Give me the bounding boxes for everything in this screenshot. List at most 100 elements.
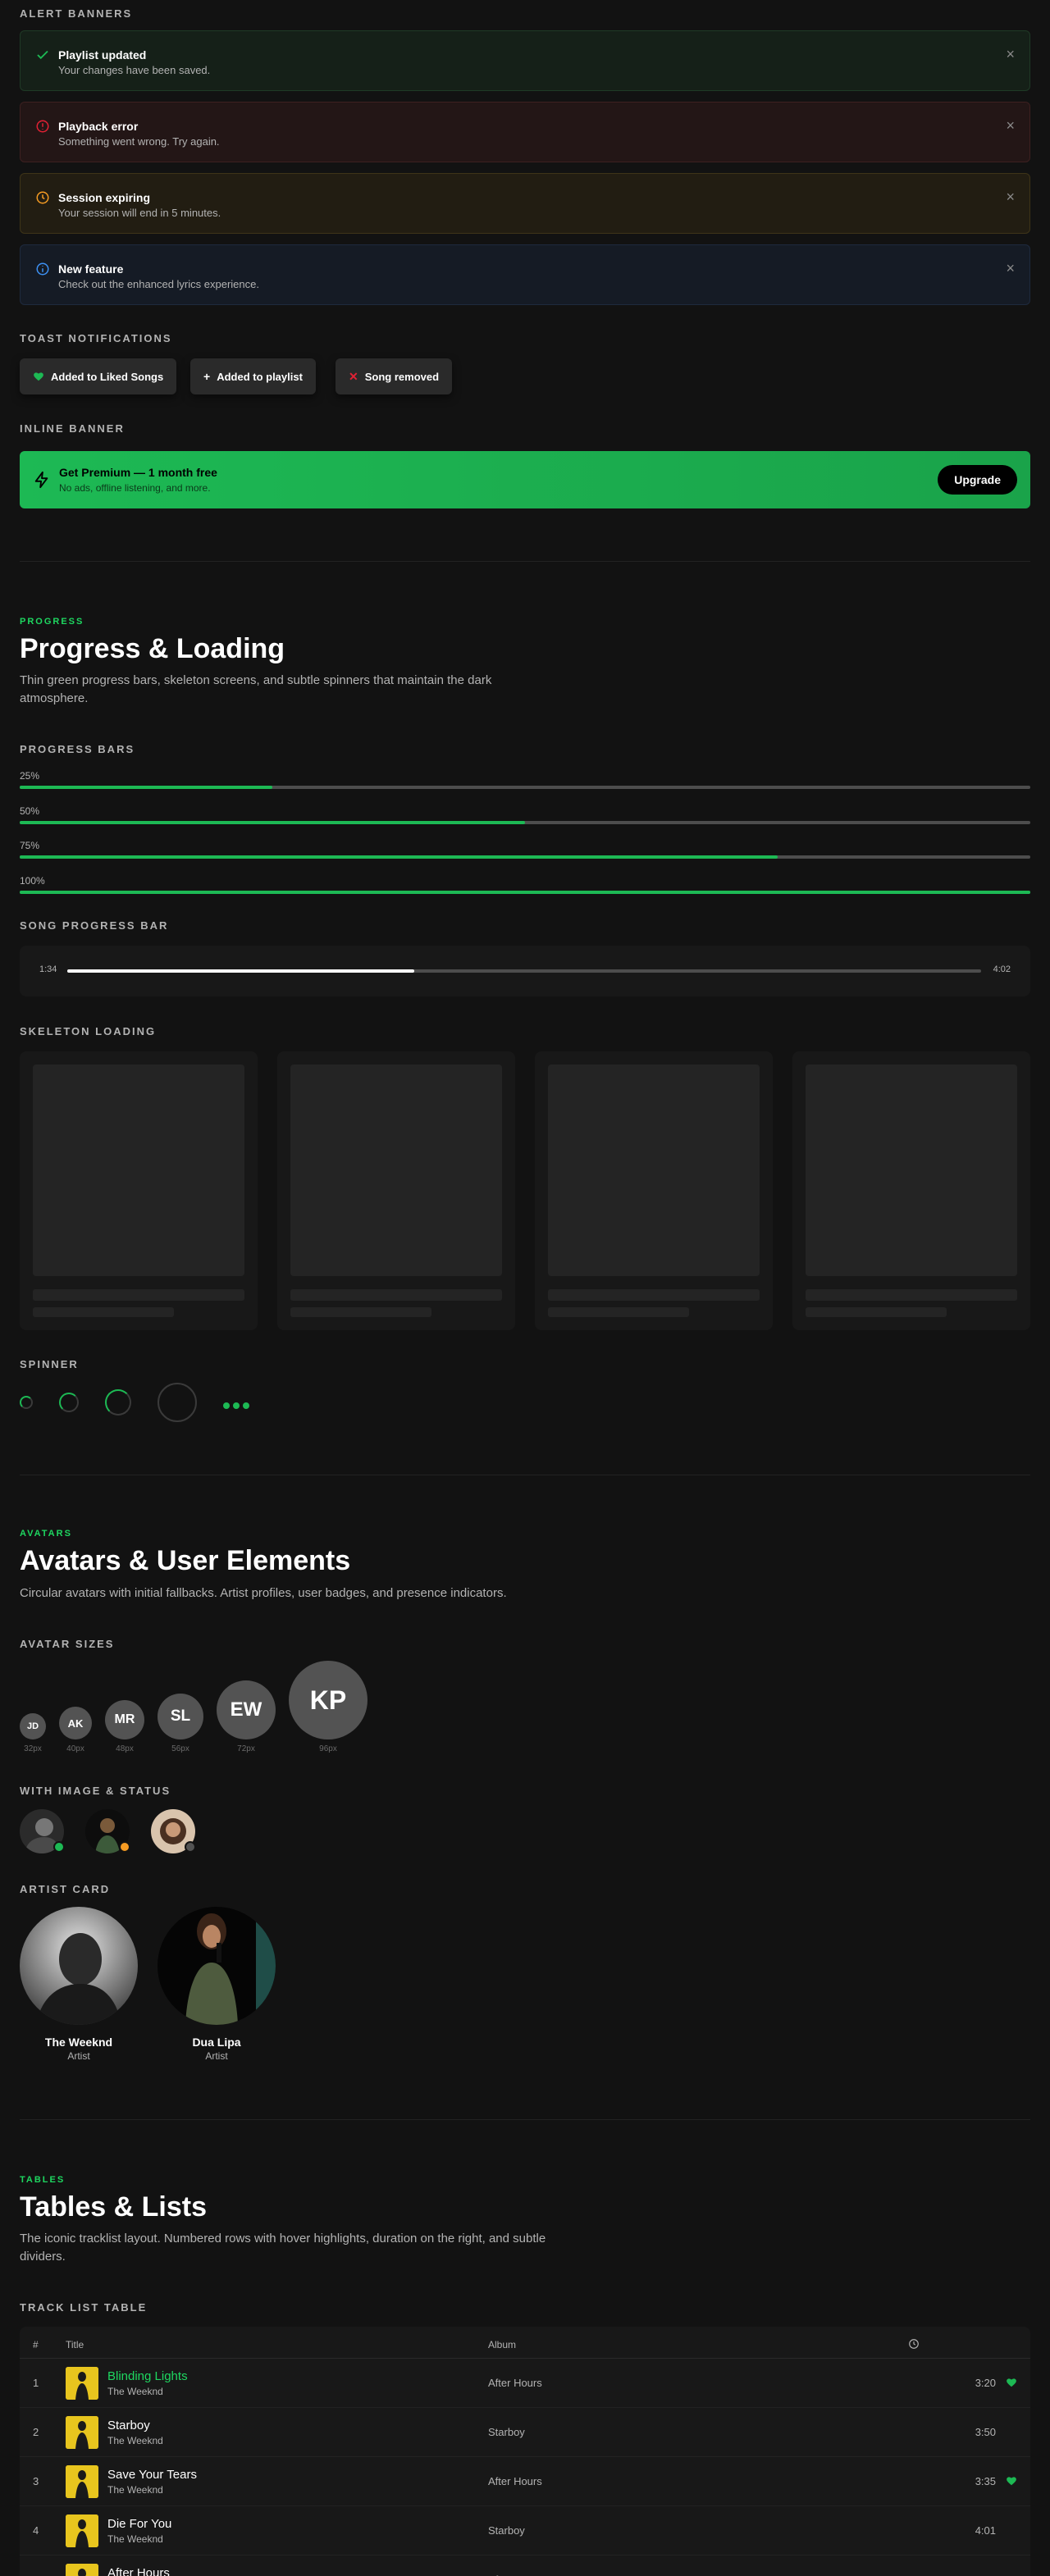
progress-bar	[20, 855, 1030, 859]
artist-role: Artist	[67, 2050, 90, 2062]
clock-icon	[909, 2339, 919, 2349]
table-row[interactable]: 4 Die For You The Weeknd Starboy 4:01	[20, 2506, 1030, 2555]
avatars-lead: Circular avatars with initial fallbacks.…	[20, 1586, 507, 1600]
track-duration: 3:20	[975, 2377, 996, 2389]
tables-eyebrow: TABLES	[20, 2175, 66, 2185]
close-icon[interactable]: ×	[1006, 189, 1015, 206]
avatar[interactable]: EW	[217, 1680, 276, 1739]
header-album[interactable]: Album	[488, 2339, 516, 2350]
song-progress-track[interactable]	[67, 969, 981, 973]
spinner-medium	[59, 1393, 79, 1412]
heart-icon[interactable]	[1006, 2377, 1017, 2388]
error-icon	[36, 120, 49, 133]
table-row[interactable]: 5After HoursThe WeekndAfter Hours6:01	[20, 2555, 1030, 2576]
progress-bar-fill	[20, 891, 1030, 894]
track-album[interactable]: After Hours	[488, 2377, 542, 2389]
inline-banner-section-label: INLINE BANNER	[20, 422, 125, 435]
track-album[interactable]: Starboy	[488, 2524, 525, 2537]
status-away-dot	[119, 1841, 130, 1853]
alert-success: Playlist updated Your changes have been …	[20, 30, 1030, 91]
track-list-label: TRACK LIST TABLE	[20, 2301, 148, 2314]
artist-photo[interactable]	[158, 1907, 276, 2025]
heart-icon[interactable]	[1006, 2475, 1017, 2487]
avatar-size-caption: 72px	[237, 1744, 255, 1753]
alert-message: Check out the enhanced lyrics experience…	[58, 278, 259, 290]
progress-bar-label: 50%	[20, 805, 40, 817]
total-time: 4:02	[993, 964, 1011, 974]
skeleton-line	[290, 1307, 431, 1317]
alert-error: Playback error Something went wrong. Try…	[20, 102, 1030, 162]
artist-photo-image	[158, 1907, 276, 2025]
track-duration: 4:01	[975, 2524, 996, 2537]
toasts-section-label: TOAST NOTIFICATIONS	[20, 332, 172, 344]
track-duration: 3:50	[975, 2426, 996, 2438]
avatar[interactable]: AK	[59, 1707, 92, 1739]
skeleton-label: SKELETON LOADING	[20, 1025, 157, 1037]
avatar[interactable]: JD	[20, 1713, 46, 1739]
table-row[interactable]: 2 Starboy The Weeknd Starboy 3:50	[20, 2408, 1030, 2457]
avatar[interactable]: SL	[158, 1694, 203, 1739]
upgrade-button[interactable]: Upgrade	[938, 465, 1017, 495]
toast-added[interactable]: + Added to playlist	[190, 358, 316, 394]
alert-title: Playback error	[58, 120, 139, 133]
artist-name: Dua Lipa	[192, 2036, 241, 2049]
table-row[interactable]: 1 Blinding Lights The Weeknd After Hours 3:2…	[20, 2359, 1030, 2408]
close-icon[interactable]: ×	[1006, 46, 1015, 63]
track-number: 3	[33, 2475, 39, 2487]
plus-icon: +	[203, 370, 211, 383]
check-icon	[37, 50, 48, 60]
close-icon[interactable]: ×	[1006, 260, 1015, 277]
close-icon: ✕	[349, 369, 358, 383]
track-title[interactable]: Save Your Tears	[107, 2468, 197, 2482]
close-icon[interactable]: ×	[1006, 117, 1015, 134]
track-artist[interactable]: The Weeknd	[107, 2484, 163, 2496]
progress-eyebrow: PROGRESS	[20, 617, 84, 627]
artist-name: The Weeknd	[44, 2036, 113, 2049]
skeleton-image	[548, 1065, 760, 1276]
artist-role: Artist	[205, 2050, 228, 2062]
header-title[interactable]: Title	[66, 2339, 84, 2350]
alert-title: Session expiring	[58, 191, 151, 204]
avatar-size-caption: 96px	[319, 1744, 337, 1753]
track-title[interactable]: After Hours	[107, 2566, 170, 2576]
banner-subtitle: No ads, offline listening, and more.	[59, 482, 211, 494]
dots-loader	[223, 1398, 249, 1413]
track-album[interactable]: After Hours	[488, 2475, 542, 2487]
track-artist[interactable]: The Weeknd	[107, 2386, 163, 2397]
track-list-table: # Title Album 1 Blinding Lights The Weeknd…	[20, 2327, 1030, 2576]
avatar[interactable]: KP	[289, 1661, 368, 1739]
spinner-xlarge	[158, 1383, 197, 1422]
banner-title: Get Premium — 1 month free	[59, 466, 217, 479]
info-icon	[36, 262, 49, 276]
track-album[interactable]: Starboy	[488, 2426, 525, 2438]
table-row[interactable]: 3 Save Your Tears The Weeknd After Hours 3:3…	[20, 2457, 1030, 2506]
progress-bars-label: PROGRESS BARS	[20, 743, 135, 755]
toast-liked[interactable]: Added to Liked Songs	[20, 358, 177, 394]
skeleton-image	[290, 1065, 502, 1276]
loader-dot	[243, 1402, 249, 1409]
skeleton-image	[33, 1065, 244, 1276]
track-artist[interactable]: The Weeknd	[107, 2533, 163, 2545]
skeleton-line	[548, 1307, 689, 1317]
album-art-image	[66, 2564, 98, 2576]
skeleton-image	[806, 1065, 1017, 1276]
song-progress-fill	[67, 969, 415, 973]
avatar[interactable]: MR	[105, 1700, 144, 1739]
alert-message: Your changes have been saved.	[58, 64, 211, 76]
artist-photo[interactable]	[20, 1907, 138, 2025]
track-title[interactable]: Blinding Lights	[107, 2369, 188, 2383]
progress-bar-fill	[20, 786, 272, 789]
track-title[interactable]: Starboy	[107, 2419, 150, 2432]
track-artist[interactable]: The Weeknd	[107, 2435, 163, 2446]
skeleton-card	[277, 1051, 515, 1330]
progress-bar	[20, 891, 1030, 894]
track-title[interactable]: Die For You	[107, 2517, 171, 2531]
track-number: 1	[33, 2377, 39, 2389]
album-art	[66, 2367, 98, 2400]
avatar-sizes-label: AVATAR SIZES	[20, 1638, 115, 1650]
spinner-large	[105, 1389, 131, 1416]
skeleton-card	[20, 1051, 258, 1330]
album-art-image	[66, 2514, 98, 2547]
toast-removed[interactable]: ✕ Song removed	[336, 358, 453, 394]
progress-bar-fill	[20, 855, 778, 859]
